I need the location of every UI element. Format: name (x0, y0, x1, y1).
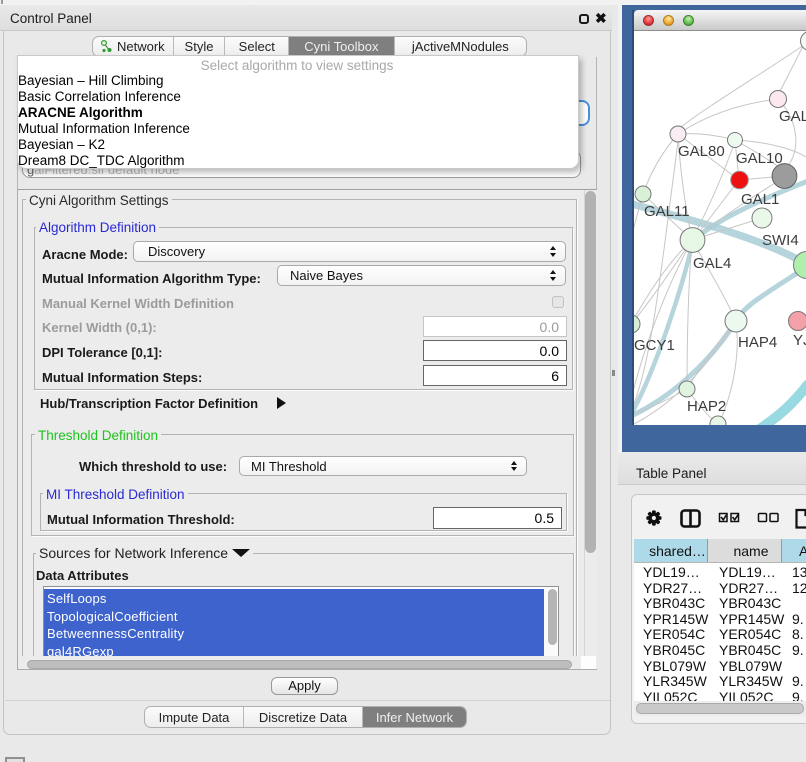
svg-text:YJ: YJ (793, 332, 806, 349)
svg-text:GAL4: GAL4 (693, 255, 731, 272)
svg-text:GAL1: GAL1 (741, 191, 779, 208)
svg-text:GAL11: GAL11 (644, 203, 690, 220)
svg-text:HAP2: HAP2 (687, 398, 726, 415)
svg-text:SWI4: SWI4 (762, 232, 799, 249)
svg-text:GAL7: GAL7 (779, 108, 806, 125)
svg-text:GAL80: GAL80 (678, 143, 725, 160)
svg-text:GAL10: GAL10 (736, 150, 783, 167)
svg-text:HAP4: HAP4 (738, 334, 777, 351)
svg-text:GCY1: GCY1 (634, 337, 675, 354)
